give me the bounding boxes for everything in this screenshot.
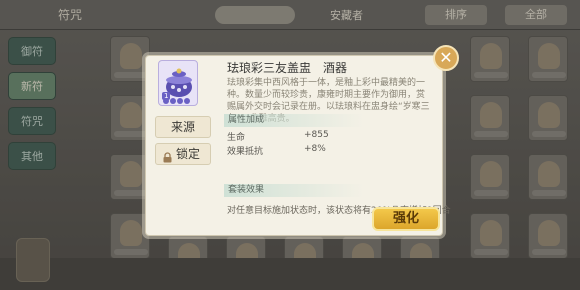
lock-label: 锁定	[176, 147, 201, 161]
stat-label: 效果抵抗	[227, 147, 264, 157]
item-portrait: 1	[158, 60, 198, 106]
enhance-button[interactable]: 强化	[372, 207, 440, 231]
source-button[interactable]: 来源	[155, 116, 211, 138]
stat-value: +855	[304, 130, 329, 140]
stat-label: 生命	[227, 133, 246, 143]
lock-button[interactable]: 锁定	[155, 143, 211, 165]
attributes-header: 属性加成	[224, 114, 364, 127]
set-effect-header: 套装效果	[224, 184, 364, 197]
item-name: 珐琅彩三友盖盅 酒器	[227, 61, 348, 75]
lock-icon	[162, 149, 173, 163]
stat-value: +8%	[304, 144, 326, 154]
item-level-badge: 1	[162, 92, 171, 100]
close-button[interactable]: ✕	[433, 45, 459, 71]
